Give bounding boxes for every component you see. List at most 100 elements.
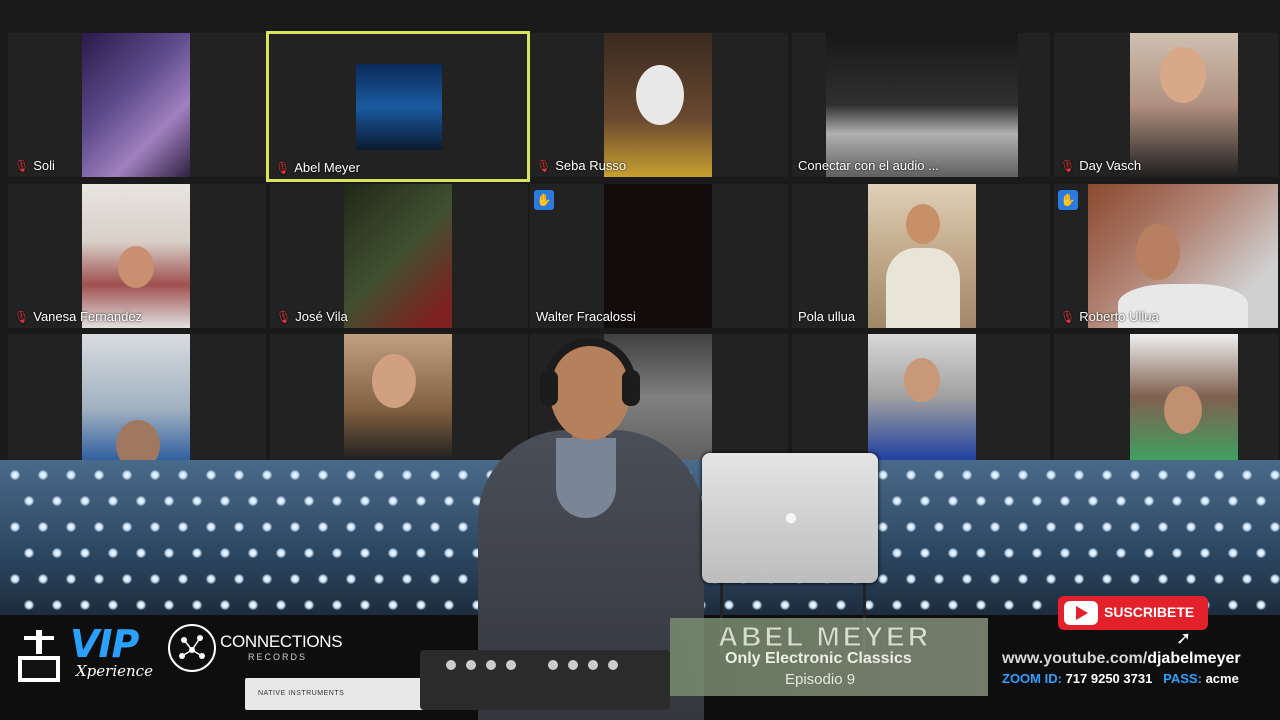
stage-light bbox=[416, 600, 426, 610]
stage-light bbox=[1158, 522, 1168, 532]
participant-tile[interactable] bbox=[792, 334, 1050, 460]
stage-light bbox=[948, 600, 958, 610]
stage-light bbox=[262, 574, 272, 584]
participant-video bbox=[82, 334, 190, 460]
banner-episode: Episodio 9 bbox=[785, 671, 856, 688]
stage-light bbox=[1004, 548, 1014, 558]
stage-light bbox=[38, 522, 48, 532]
mic-muted-icon: 🎙 bbox=[14, 310, 30, 324]
stage-light bbox=[976, 496, 986, 506]
url-channel: djabelmeyer bbox=[1147, 650, 1241, 667]
headphone-cup-right bbox=[622, 370, 640, 406]
participant-tile[interactable]: 🎙 José Vila bbox=[270, 184, 528, 328]
zoom-id-value: 717 9250 3731 bbox=[1065, 671, 1153, 686]
stage-light bbox=[1214, 470, 1224, 480]
stage-light bbox=[892, 548, 902, 558]
stage-light bbox=[276, 600, 286, 610]
participant-tile[interactable] bbox=[8, 334, 266, 460]
stage-light bbox=[136, 600, 146, 610]
stage-light bbox=[416, 496, 426, 506]
participant-tile[interactable]: ✋ 🎙 Roberto Ullua bbox=[1054, 184, 1278, 328]
participant-video bbox=[344, 334, 452, 460]
stage-light bbox=[1018, 470, 1028, 480]
stage-light bbox=[444, 496, 454, 506]
stage-light bbox=[94, 470, 104, 480]
mic-muted-icon: 🎙 bbox=[536, 159, 552, 173]
stage-light bbox=[164, 600, 174, 610]
stage-light bbox=[1116, 496, 1126, 506]
stage-light bbox=[1186, 574, 1196, 584]
stage-light bbox=[388, 496, 398, 506]
participant-tile[interactable]: Pola ullua bbox=[792, 184, 1050, 328]
stage-light bbox=[24, 496, 34, 506]
participant-tile[interactable]: 🎙 Day Vasch bbox=[1054, 33, 1278, 177]
stage-light bbox=[388, 600, 398, 610]
stage-light bbox=[318, 522, 328, 532]
participant-tile[interactable]: 🎙 Soli bbox=[8, 33, 266, 177]
stage-light bbox=[430, 470, 440, 480]
stage-light bbox=[234, 470, 244, 480]
participant-video bbox=[344, 184, 452, 328]
stage-light bbox=[374, 522, 384, 532]
mixer-knob bbox=[588, 660, 598, 670]
participant-video bbox=[868, 184, 976, 328]
stage-light bbox=[1242, 522, 1252, 532]
stage-light bbox=[234, 574, 244, 584]
participant-face bbox=[906, 204, 940, 244]
stage-light bbox=[402, 574, 412, 584]
stage-light bbox=[1200, 548, 1210, 558]
stage-light bbox=[1130, 574, 1140, 584]
stage-light bbox=[332, 600, 342, 610]
stage-light bbox=[262, 522, 272, 532]
stage-light bbox=[80, 496, 90, 506]
stage-light bbox=[234, 522, 244, 532]
mixer-knob bbox=[608, 660, 618, 670]
mic-muted-icon: 🎙 bbox=[275, 161, 291, 175]
participant-tile[interactable]: 🎙 Seba Russo bbox=[530, 33, 788, 177]
participant-tile[interactable]: 🎙 Vanesa Fernandez bbox=[8, 184, 266, 328]
url-prefix: www.youtube.com/ bbox=[1002, 650, 1148, 667]
stage-light bbox=[1228, 548, 1238, 558]
stage-light bbox=[1004, 600, 1014, 610]
participant-tile[interactable] bbox=[270, 334, 528, 460]
stage-light bbox=[136, 496, 146, 506]
mic-muted-icon: 🎙 bbox=[1060, 310, 1076, 324]
pass-value: acme bbox=[1205, 671, 1239, 686]
participant-tile[interactable] bbox=[1054, 334, 1278, 460]
participant-name: 🎙 Vanesa Fernandez bbox=[14, 309, 143, 324]
stage-light bbox=[1242, 574, 1252, 584]
mixer-knob bbox=[466, 660, 476, 670]
stage-light bbox=[94, 522, 104, 532]
stage-light bbox=[1186, 522, 1196, 532]
stage-light bbox=[1088, 496, 1098, 506]
participant-face bbox=[116, 420, 160, 460]
stage-light bbox=[164, 548, 174, 558]
participant-video bbox=[356, 64, 442, 150]
stage-light bbox=[220, 600, 230, 610]
stage-light bbox=[1256, 496, 1266, 506]
stage-light bbox=[346, 522, 356, 532]
participant-face bbox=[372, 354, 416, 408]
acme-playas-logo bbox=[18, 630, 60, 682]
stage-light bbox=[220, 548, 230, 558]
participant-video bbox=[604, 184, 712, 328]
stage-light bbox=[1074, 522, 1084, 532]
stage-light bbox=[1186, 470, 1196, 480]
participant-tile[interactable]: ✋ Walter Fracalossi bbox=[530, 184, 788, 328]
stage-light bbox=[248, 600, 258, 610]
stage-light bbox=[304, 548, 314, 558]
participant-face bbox=[1160, 47, 1206, 103]
participant-face bbox=[118, 246, 154, 288]
youtube-channel-url[interactable]: www.youtube.com/djabelmeyer bbox=[1002, 650, 1241, 668]
stage-light bbox=[878, 522, 888, 532]
stage-light bbox=[1144, 548, 1154, 558]
stage-light bbox=[1256, 548, 1266, 558]
participant-tile-active-speaker[interactable]: 🎙 Abel Meyer bbox=[266, 31, 530, 182]
dj-shirt bbox=[556, 438, 616, 518]
participant-video bbox=[826, 33, 1018, 177]
participant-tile[interactable]: Conectar con el audio ... bbox=[792, 33, 1050, 177]
stage-light bbox=[1200, 496, 1210, 506]
participant-name: Pola ullua bbox=[798, 309, 856, 324]
stage-light bbox=[444, 548, 454, 558]
stage-light bbox=[304, 600, 314, 610]
